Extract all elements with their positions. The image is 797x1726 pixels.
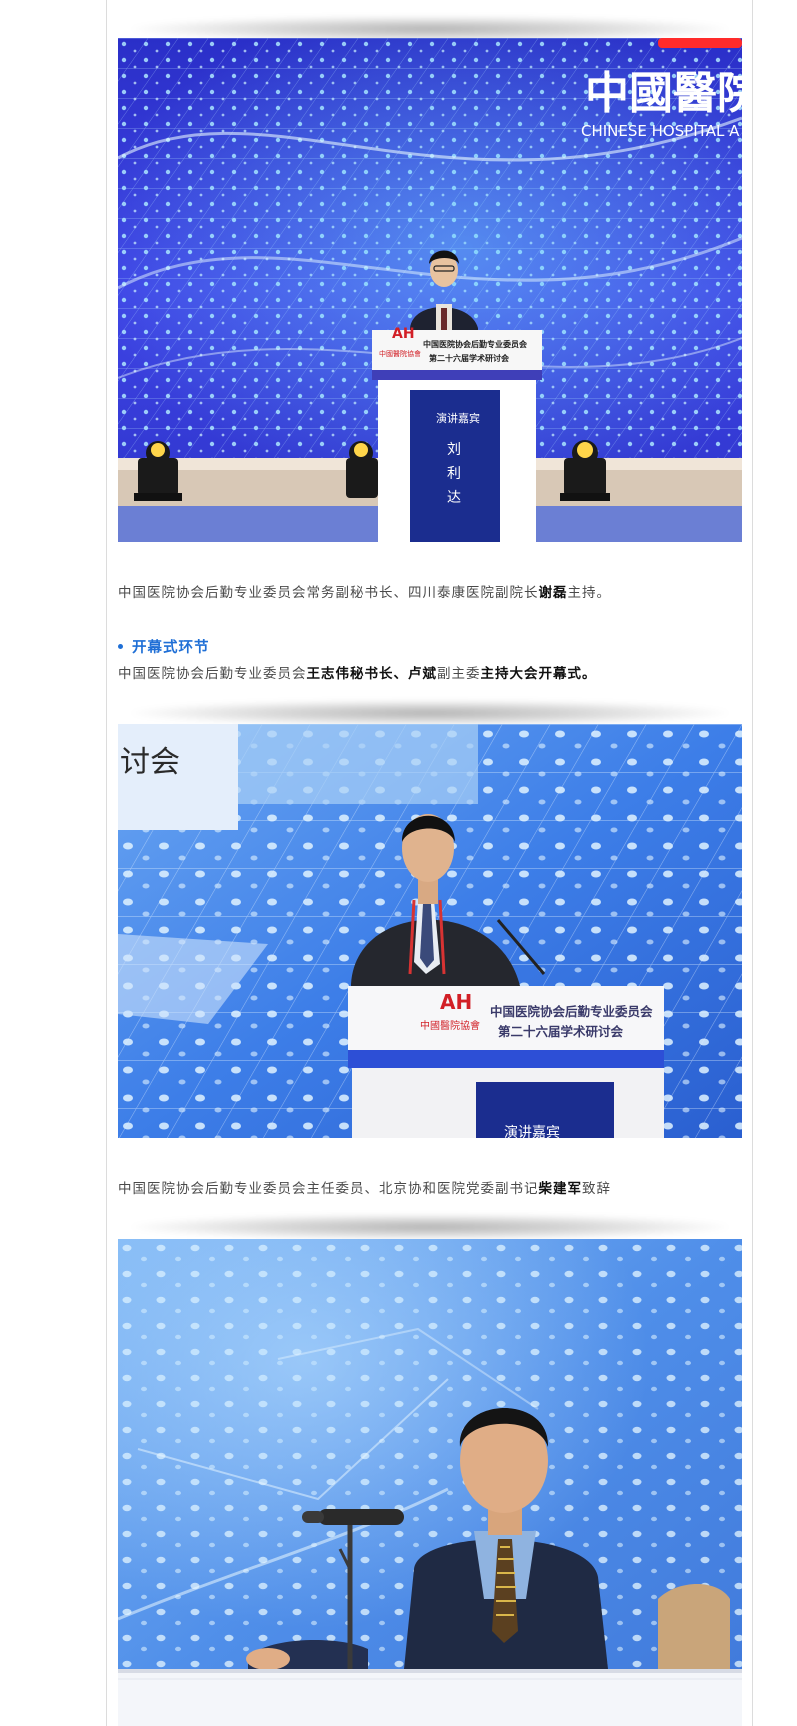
podium-title-line1: 中国医院协会后勤专业委员会 [490, 1004, 653, 1019]
podium-title-line1: 中国医院协会后勤专业委员会 [423, 339, 527, 349]
photo-caption-1: 中国医院协会后勤专业委员会常务副秘书长、四川泰康医院副院长谢磊主持。 [118, 583, 748, 603]
svg-text:AH: AH [392, 326, 415, 342]
podium: AH 中國醫院協會 中国医院协会后勤专业委员会 第二十六届学术研讨会 演讲嘉宾 … [372, 326, 542, 542]
podium-name-char1: 刘 [447, 442, 461, 458]
podium-panel-label: 演讲嘉宾 [504, 1125, 560, 1138]
caption-bold: 卢斌 [408, 666, 437, 682]
caption-bold: 主持大会开幕式 [480, 666, 582, 682]
photo-caption-2: 中国医院协会后勤专业委员会王志伟秘书长、卢斌副主委主持大会开幕式。 [118, 664, 748, 684]
podium-logo: 中國醫院協會 [420, 1019, 480, 1032]
podium-name-char2: 利 [447, 466, 461, 482]
caption-name-bold: 柴建军 [538, 1181, 582, 1197]
bullet-dot-icon [118, 644, 123, 649]
podium-title-line2: 第二十六届学术研讨会 [429, 353, 509, 363]
watermark-en: CHINESE HOSPITAL A [581, 122, 740, 140]
photo-shadow [130, 1214, 730, 1240]
section-heading: 开幕式环节 [118, 636, 210, 657]
podium: AH 中國醫院協會 中国医院协会后勤专业委员会 第二十六届学术研讨会 演讲嘉宾 [348, 986, 664, 1138]
caption-text: 中国医院协会后勤专业委员会主任委员、北京协和医院党委副书记 [118, 1181, 539, 1197]
caption-text: 副主委 [437, 666, 481, 682]
podium-title-line2: 第二十六届学术研讨会 [498, 1024, 624, 1039]
caption-text: 中国医院协会后勤专业委员会常务副秘书长、四川泰康医院副院长 [118, 585, 539, 601]
podium-logo: 中國醫院協會 [379, 349, 421, 358]
watermark-cn: 中國醫院 [585, 68, 742, 119]
photo-caption-3: 中国医院协会后勤专业委员会主任委员、北京协和医院党委副书记柴建军致辞 [118, 1179, 748, 1199]
speaker-photo-3 [118, 1239, 742, 1726]
speaker-photo-2: 讨会 AH 中國醫院協會 中国医院协会后勤专业委员会 第二十六届学术研讨会 演讲… [118, 724, 742, 1138]
caption-bold: 王志伟秘书长 [306, 666, 394, 682]
page-right-border [752, 0, 753, 1726]
caption-bold: 、 [393, 666, 408, 682]
podium-panel-label: 演讲嘉宾 [436, 411, 480, 425]
svg-text:AH: AH [440, 990, 472, 1014]
caption-text: 中国医院协会后勤专业委员会 [118, 666, 307, 682]
speaker-photo-1: 中國醫院 CHINESE HOSPITAL A AH 中國醫院協會 中国医院协会… [118, 38, 742, 542]
photo-shadow [130, 700, 730, 726]
caption-text-end: 主持。 [567, 585, 611, 601]
caption-text-end: 致辞 [582, 1181, 611, 1197]
page-left-border [106, 0, 107, 1726]
caption-name-bold: 谢磊 [538, 585, 568, 601]
section-heading-label: 开幕式环节 [132, 640, 210, 656]
screen-text: 讨会 [120, 745, 180, 780]
podium-name-char3: 达 [447, 490, 461, 506]
caption-bold: 。 [582, 666, 597, 682]
